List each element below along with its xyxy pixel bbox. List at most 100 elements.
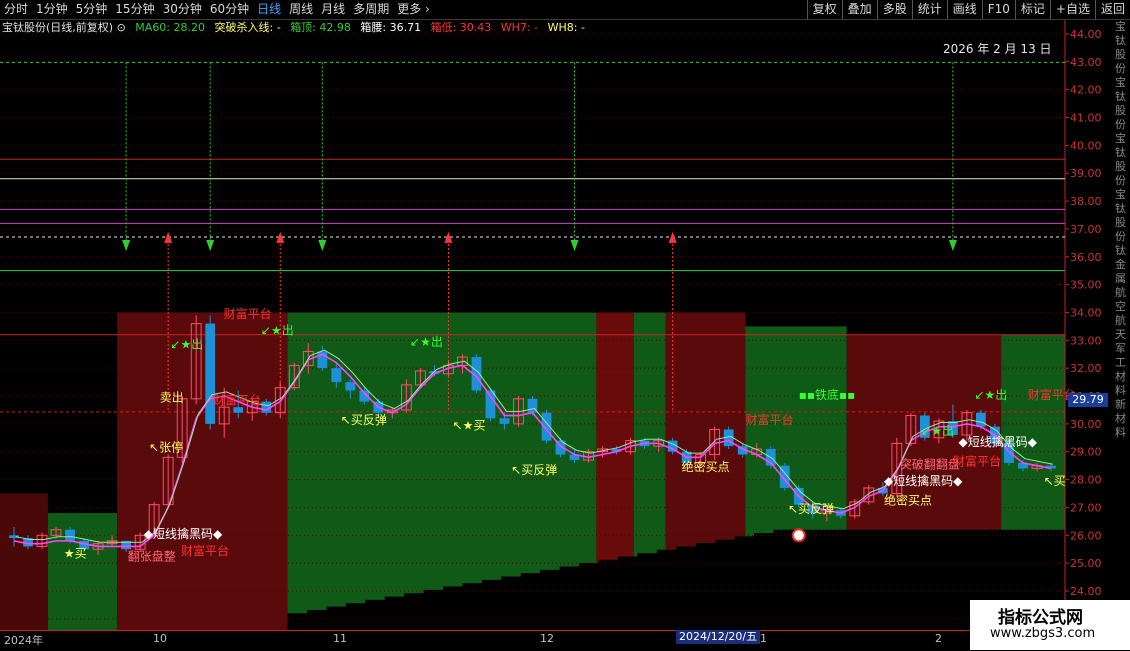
up-arrow-head: [668, 231, 677, 243]
annotation-label: ◆短线擒黑码◆: [884, 473, 963, 488]
toolbar-button-2[interactable]: 多股: [876, 0, 912, 19]
zone-band: [0, 493, 48, 630]
watermark: 指标公式网 www.zbgs3.com: [970, 600, 1130, 650]
candle-body: [345, 382, 356, 391]
annotation-label: 突破翻翻盘: [900, 456, 960, 471]
annotation-label: ↖买: [1044, 474, 1066, 488]
top-toolbar: 分时 1分钟 5分钟 15分钟 30分钟 60分钟 日线 周线 月线 多周期 更多 › 复权 叠加 多股…: [0, 0, 1130, 20]
period-tab-10[interactable]: 更多 ›: [393, 0, 434, 19]
zone-band: [117, 312, 288, 630]
y-tick-label: 30.00: [1070, 418, 1102, 431]
annotation-label: 财富平台: [224, 306, 272, 321]
period-tab-6[interactable]: 日线: [253, 0, 285, 19]
y-tick-label: 24.00: [1070, 585, 1102, 598]
stock-title[interactable]: 宝钛股份(日线,前复权) ⊙: [2, 21, 126, 34]
price-tag: 29.79: [1068, 393, 1108, 407]
y-tick-label: 32.00: [1070, 362, 1102, 375]
toolbar-button-6[interactable]: 标记: [1014, 0, 1050, 19]
x-tick-label: 2024年: [4, 634, 43, 647]
indicator-legend: 宝钛股份(日线,前复权) ⊙ MA60: 28.20 突破杀入线: - 箱顶: …: [2, 20, 591, 36]
y-tick-label: 36.00: [1070, 251, 1102, 264]
toolbar-button-3[interactable]: 统计: [911, 0, 947, 19]
y-tick-label: 33.00: [1070, 334, 1102, 347]
x-axis: 2024年 10 11 12 1 2: [0, 630, 1065, 651]
y-tick-label: 37.00: [1070, 223, 1102, 236]
period-tab-8[interactable]: 月线: [317, 0, 349, 19]
y-tick-label: 42.00: [1070, 84, 1102, 97]
annotation-label: 财富平台: [181, 543, 229, 558]
period-tabs: 分时 1分钟 5分钟 15分钟 30分钟 60分钟 日线 周线 月线 多周期 更多 ›: [0, 0, 434, 19]
y-tick-label: 28.00: [1070, 474, 1102, 487]
down-arrow-head: [122, 240, 131, 252]
annotation-label: 绝密买点: [884, 493, 932, 508]
period-tab-3[interactable]: 15分钟: [111, 0, 158, 19]
toolbar-button-4[interactable]: 画线: [946, 0, 982, 19]
annotation-label: ★买: [64, 547, 87, 561]
y-tick-label: 44.00: [1070, 28, 1102, 41]
period-tab-4[interactable]: 30分钟: [159, 0, 206, 19]
cursor-date-label: 2024/12/20/五: [676, 630, 761, 644]
toolbar-button-1[interactable]: 叠加: [841, 0, 877, 19]
period-tab-0[interactable]: 分时: [0, 0, 32, 19]
y-tick-label: 29.00: [1070, 446, 1102, 459]
annotation-label: ◆短线擒黑码◆: [959, 434, 1038, 449]
down-arrow-head: [570, 240, 579, 252]
period-tab-1[interactable]: 1分钟: [32, 0, 72, 19]
y-tick-label: 25.00: [1070, 557, 1102, 570]
annotation-label: 绝密买点: [682, 459, 730, 474]
candle-body: [976, 412, 986, 427]
y-tick-label: 35.00: [1070, 279, 1102, 292]
period-tab-7[interactable]: 周线: [285, 0, 317, 19]
toolbar-button-0[interactable]: 复权: [806, 0, 842, 19]
x-tick-label: 11: [333, 632, 347, 645]
y-tick-label: 41.00: [1070, 111, 1102, 124]
x-tick-label: 1: [760, 632, 767, 645]
watermark-url: www.zbgs3.com: [990, 626, 1096, 641]
annotation-label: 翻张盘整: [128, 548, 176, 563]
toolbar-button-8[interactable]: 返回: [1094, 0, 1130, 19]
period-tab-5[interactable]: 60分钟: [206, 0, 253, 19]
annotation-label: ▪▪铁底▪▪: [799, 387, 856, 402]
down-arrow-head: [318, 240, 327, 252]
target-marker-icon: [791, 528, 806, 543]
toolbar-button-5[interactable]: F10: [981, 0, 1015, 19]
annotation-label: ↙★出: [410, 335, 443, 349]
period-tab-2[interactable]: 5分钟: [72, 0, 112, 19]
action-buttons: 复权 叠加 多股 统计 画线 F10 标记 +自选 返回: [806, 0, 1130, 19]
down-arrow-head: [206, 240, 215, 252]
down-arrow-head: [948, 240, 957, 252]
candle-body: [233, 407, 244, 413]
zone-band: [47, 513, 118, 630]
kline-chart[interactable]: 23.0024.0025.0026.0027.0028.0029.0030.00…: [0, 20, 1115, 630]
x-tick-label: 12: [540, 632, 554, 645]
y-tick-label: 27.00: [1070, 501, 1102, 514]
right-info-strip: 宝钛股份宝钛股份宝钛股份宝钛股份钛金属航空航天军工材料新材料: [1115, 20, 1126, 439]
candle-body: [499, 418, 510, 424]
annotation-label: ↙★出: [170, 338, 203, 352]
annotation-label: ↖买反弹: [511, 463, 557, 477]
annotation-label: ↖★买: [453, 418, 486, 432]
annotation-label: ↖张停: [149, 440, 183, 455]
y-tick-label: 38.00: [1070, 195, 1102, 208]
wh7-value: WH7: -: [500, 21, 539, 34]
y-tick-label: 43.00: [1070, 56, 1102, 69]
annotation-label: ↖买反弹: [341, 413, 387, 427]
y-tick-label: 34.00: [1070, 306, 1102, 319]
annotation-label: ↙★出: [921, 424, 954, 438]
xiangding-value: 箱顶: 42.98: [290, 21, 351, 34]
date-label: 2026 年 2 月 13 日: [943, 42, 1052, 56]
candle-body: [205, 323, 216, 424]
x-tick-label: 10: [153, 632, 167, 645]
candle-body: [65, 529, 75, 541]
annotation-label: ↙★出: [974, 388, 1007, 402]
y-tick-label: 40.00: [1070, 139, 1102, 152]
candle-body: [331, 368, 342, 383]
period-tab-9[interactable]: 多周期: [349, 0, 393, 19]
annotation-label: ◆短线擒黑码◆: [144, 526, 223, 541]
tupo-value: 突破杀入线: -: [214, 21, 281, 34]
toolbar-button-7[interactable]: +自选: [1049, 0, 1095, 19]
wh8-value: WH8: -: [547, 21, 585, 34]
annotation-label: 财富平台: [746, 412, 794, 427]
x-tick-label: 2: [935, 632, 942, 645]
annotation-label: 财富平台: [953, 454, 1001, 469]
